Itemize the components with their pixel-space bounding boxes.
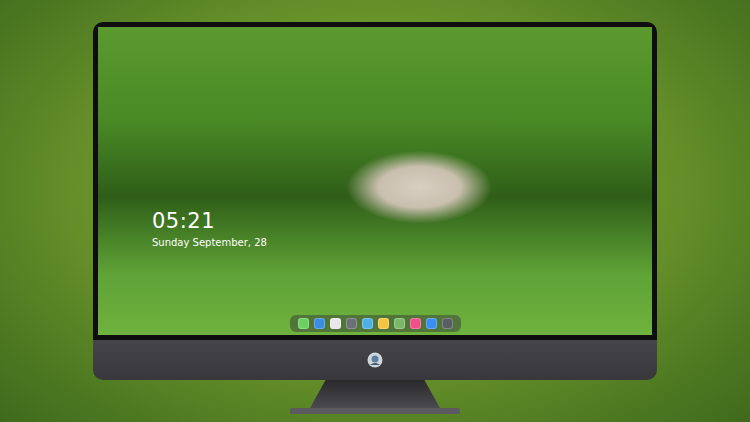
clock-icon[interactable]	[330, 318, 341, 329]
logo-icon	[367, 352, 383, 368]
music-icon[interactable]	[410, 318, 421, 329]
files-icon[interactable]	[346, 318, 357, 329]
monitor-bezel: 05:21 Sunday September, 28	[93, 22, 657, 340]
mail-icon[interactable]	[314, 318, 325, 329]
monitor-stand	[310, 380, 440, 408]
dock	[290, 315, 461, 332]
clock-time: 05:21	[152, 210, 652, 233]
monitor-chin	[93, 340, 657, 380]
messages-icon[interactable]	[298, 318, 309, 329]
notes-icon[interactable]	[378, 318, 389, 329]
monitor-base	[290, 408, 460, 414]
camera-icon[interactable]	[442, 318, 453, 329]
dock-row	[98, 315, 652, 332]
store-icon[interactable]	[426, 318, 437, 329]
photos-icon[interactable]	[394, 318, 405, 329]
lock-clock: 05:21 Sunday September, 28	[152, 210, 652, 249]
folder-icon[interactable]	[362, 318, 373, 329]
background: 05:21 Sunday September, 28	[0, 0, 750, 422]
clock-date: Sunday September, 28	[152, 237, 652, 249]
desktop-screen: 05:21 Sunday September, 28	[98, 27, 652, 335]
